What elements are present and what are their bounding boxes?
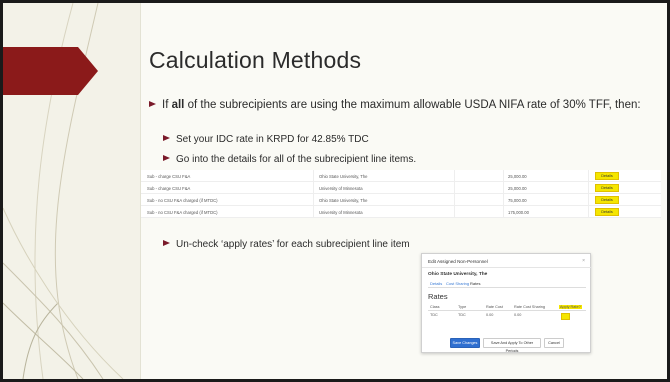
details-button[interactable]: Details [595, 196, 619, 204]
bullet-set-idc-rate: Set your IDC rate in KRPD for 42.85% TDC [163, 134, 369, 145]
save-changes-button[interactable]: Save Changes [450, 338, 480, 348]
bullet-icon [163, 155, 170, 161]
table-row: Sub - no CSU F&A charged (if MTDC) Ohio … [141, 194, 661, 206]
apply-rate-checkbox[interactable] [561, 313, 570, 320]
close-icon[interactable]: × [582, 258, 585, 264]
bullet-icon [163, 240, 170, 246]
details-button[interactable]: Details [595, 172, 619, 180]
bullet-max-rate: If all of the subrecipients are using th… [149, 98, 649, 112]
bullet-icon [149, 101, 156, 107]
dialog-title: Edit Assigned Non-Personnel [422, 254, 592, 268]
dialog-tabs: Details Cost Sharing Rates [428, 280, 586, 288]
table-row: Sub - charge CSU F&A University of Minne… [141, 182, 661, 194]
title-arrow-shape [3, 47, 98, 95]
bullet-go-into-details: Go into the details for all of the subre… [163, 154, 416, 165]
dialog-org-name: Ohio State University, The [428, 272, 488, 277]
subrecipient-table: Sub - charge CSU F&A Ohio State Universi… [141, 170, 661, 218]
table-row: Sub - no CSU F&A charged (if MTDC) Unive… [141, 206, 661, 218]
tab-rates[interactable]: Rates [470, 281, 480, 286]
bullet-icon [163, 135, 170, 141]
tab-cost-sharing[interactable]: Cost Sharing [446, 281, 469, 286]
edit-assigned-non-personnel-dialog: Edit Assigned Non-Personnel × Ohio State… [421, 253, 592, 353]
rates-heading: Rates [428, 292, 448, 301]
bullet-uncheck-apply-rates: Un-check ‘apply rates’ for each subrecip… [163, 239, 410, 250]
table-row: Sub - charge CSU F&A Ohio State Universi… [141, 170, 661, 182]
slide: Calculation Methods If all of the subrec… [3, 3, 667, 379]
save-and-apply-button[interactable]: Save And Apply To Other Periods [483, 338, 541, 353]
details-button[interactable]: Details [595, 184, 619, 192]
rates-table-header: Class Type Rate Cost Rate Cost Sharing A… [428, 304, 586, 311]
rates-table-row: TDC TDC 0.00 0.00 [428, 312, 586, 320]
slide-title: Calculation Methods [149, 47, 362, 73]
tab-details[interactable]: Details [430, 281, 442, 286]
details-button[interactable]: Details [595, 208, 619, 216]
cancel-button[interactable]: Cancel [544, 338, 564, 348]
